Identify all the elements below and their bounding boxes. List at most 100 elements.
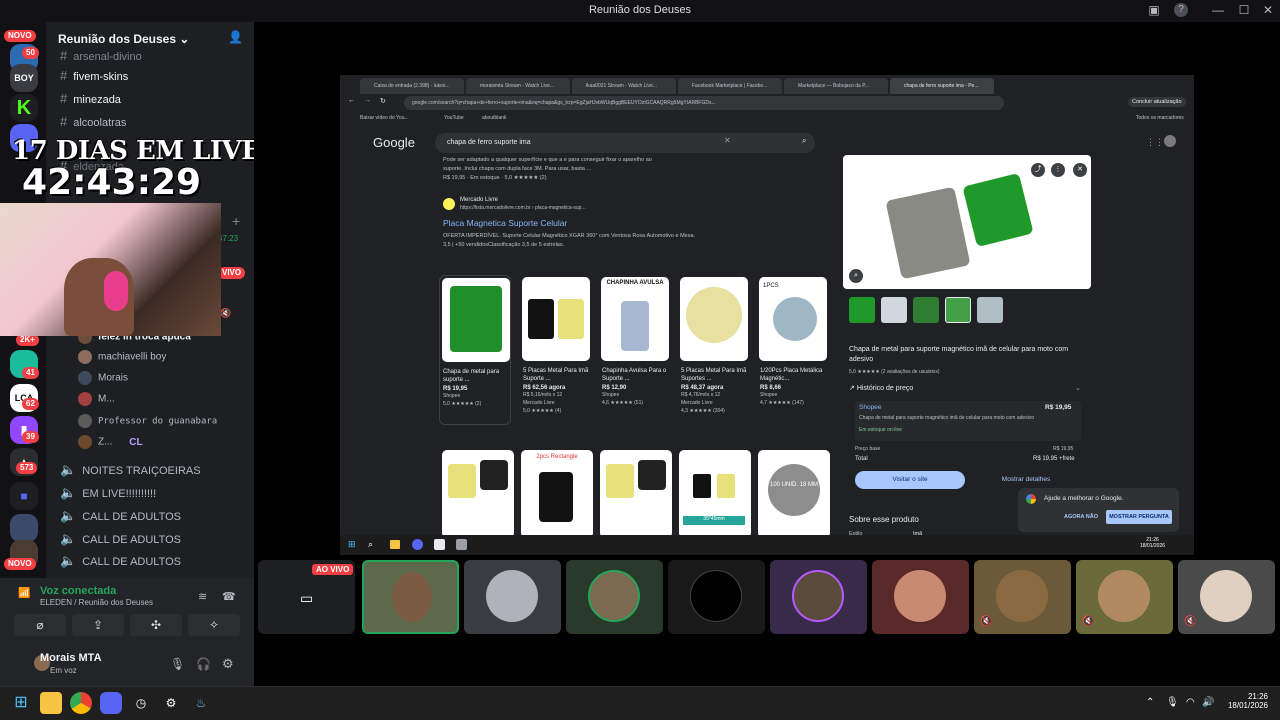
close-window-button[interactable]: ✕ (1258, 3, 1278, 19)
volume-icon[interactable]: 🔊 (1202, 697, 1214, 708)
channel-item[interactable]: # alcoolatras (60, 114, 126, 134)
all-bookmarks[interactable]: Todos os marcadores (1136, 115, 1184, 121)
file-explorer-icon[interactable] (40, 692, 62, 714)
windows-start-icon[interactable]: ⊞ (10, 692, 32, 714)
voice-channel[interactable]: 🔈 CALL DE ADULTOS (60, 508, 181, 528)
avatar[interactable] (1164, 135, 1176, 147)
channel-item[interactable]: # fivem-skins (60, 68, 128, 88)
folder-icon[interactable]: ■ (10, 482, 38, 510)
noise-suppression-icon[interactable]: ≋ (198, 590, 207, 603)
system-clock[interactable]: 21:26 18/01/2026 (1222, 692, 1268, 710)
voice-user[interactable]: Z... CL (78, 435, 143, 453)
result-title[interactable]: Placa Magnetica Suporte Celular (443, 218, 567, 228)
share-icon[interactable]: ⤴ (1031, 163, 1045, 177)
product-card[interactable] (442, 450, 514, 538)
store-offer-box[interactable]: Shopee R$ 19,95 Chapa de metal para supo… (855, 401, 1081, 441)
bookmark[interactable]: Baixar vídeo do You... (360, 115, 409, 121)
apps-grid-icon[interactable]: ⋮⋮ (1146, 137, 1164, 148)
mic-icon[interactable]: 🎙 (170, 657, 185, 671)
result-site[interactable]: Mercado Livre (460, 197, 498, 203)
maximize-button[interactable]: ☐ (1234, 3, 1254, 19)
thumbnail[interactable] (913, 297, 939, 323)
close-icon[interactable]: ✕ (1073, 163, 1087, 177)
product-card[interactable]: 100 UNID. 18 MM (758, 450, 830, 538)
visit-site-button[interactable]: Visitar o site (855, 471, 965, 489)
thumbnail[interactable] (849, 297, 875, 323)
not-now-button[interactable]: AGORA NÃO (1064, 514, 1098, 520)
more-icon[interactable]: ⋮ (1051, 163, 1065, 177)
browser-tab[interactable]: Facebook Marketplace | Facebo... (678, 78, 782, 94)
stream-tile[interactable]: AO VIVO ▭ (258, 560, 355, 634)
forward-icon[interactable]: → (364, 97, 371, 104)
screen-share-button[interactable]: ⇪ (72, 614, 124, 636)
app-icon[interactable] (456, 539, 467, 550)
search-input[interactable]: chapa de ferro suporte ima (435, 133, 815, 153)
discord-icon[interactable] (100, 692, 122, 714)
product-card[interactable]: CHAPINHA AVULSA Chapinha Avulsa Para o S… (599, 275, 671, 425)
reload-icon[interactable]: ↻ (380, 97, 386, 105)
chrome-icon[interactable] (70, 692, 92, 714)
participant-tile[interactable] (770, 560, 867, 634)
file-explorer-icon[interactable] (390, 540, 400, 549)
participant-tile[interactable] (668, 560, 765, 634)
disconnect-icon[interactable]: ☎ (222, 590, 236, 603)
voice-channel[interactable]: 🔈 NOITES TRAIÇOEIRAS (60, 462, 201, 482)
chevron-down-icon[interactable]: ⌄ (1075, 384, 1081, 392)
participant-tile[interactable]: 🔇 (1076, 560, 1173, 634)
zoom-icon[interactable]: ⌕ (849, 269, 863, 283)
participant-tile[interactable]: 🔇 (1178, 560, 1275, 634)
participant-tile[interactable] (872, 560, 969, 634)
show-details-button[interactable]: Mostrar detalhes (971, 471, 1081, 489)
settings-icon[interactable]: ⚙ (160, 692, 182, 714)
product-card[interactable] (600, 450, 672, 538)
gear-icon[interactable]: ⚙ (222, 656, 234, 672)
voice-user[interactable]: machiavelli boy (78, 350, 166, 368)
thumbnail[interactable] (977, 297, 1003, 323)
mic-icon[interactable]: 🎙 (1166, 697, 1179, 708)
product-card[interactable]: 2pcs Rectangle (521, 450, 593, 538)
product-card[interactable]: 1PCS 1/20Pcs Placa Metálica Magnétic... … (757, 275, 829, 425)
product-card[interactable]: 5 Placas Metal Para Imã Suportes ... R$ … (678, 275, 750, 425)
price-history-toggle[interactable]: ↗ Histórico de preço (849, 384, 913, 392)
server-icon[interactable] (10, 514, 38, 542)
participant-tile[interactable] (362, 560, 459, 634)
minimize-button[interactable]: — (1208, 3, 1228, 19)
browser-tab[interactable]: Caixa de entrada (2.398) - lukes... (360, 78, 464, 94)
participant-tile[interactable] (464, 560, 561, 634)
steam-icon[interactable]: ♨ (190, 692, 212, 714)
search-icon[interactable]: ⌕ (368, 539, 373, 550)
voice-channel[interactable]: 🔈 CALL DE ADULTOS (60, 553, 181, 573)
participant-tile[interactable]: 🔇 (974, 560, 1071, 634)
google-logo[interactable]: Google (373, 135, 415, 150)
bookmark[interactable]: aboutblank (482, 115, 506, 121)
add-channel-icon[interactable]: + (232, 213, 240, 229)
app-icon[interactable] (434, 539, 445, 550)
bookmark[interactable]: YouTube (444, 115, 464, 121)
address-bar[interactable]: google.com/search?q=chapa+de+ferro+supor… (404, 96, 1004, 110)
headphones-icon[interactable]: 🎧 (196, 657, 211, 671)
help-icon[interactable]: ? (1174, 3, 1188, 17)
thumbnail-selected[interactable] (945, 297, 971, 323)
voice-user[interactable]: Professor do guanabara (78, 414, 217, 432)
clock-app-icon[interactable]: ◷ (130, 692, 152, 714)
participant-tile[interactable] (566, 560, 663, 634)
wifi-icon[interactable]: ◠ (1186, 697, 1195, 708)
show-question-button[interactable]: MOSTRAR PERGUNTA (1106, 510, 1172, 524)
soundboard-button[interactable]: ✧ (188, 614, 240, 636)
kick-server-icon[interactable]: K (10, 94, 38, 122)
voice-channel[interactable]: 🔈 CALL DE ADULTOS (60, 531, 181, 551)
discord-icon[interactable] (412, 539, 423, 550)
voice-status[interactable]: Voz conectada (40, 585, 116, 597)
voice-user[interactable]: Morais (78, 371, 128, 389)
browser-tab-active[interactable]: chapa de ferro suporte ima - Pe... (890, 78, 994, 94)
add-member-icon[interactable]: 👤 (228, 30, 243, 44)
camera-toggle-button[interactable]: ⌀ (14, 614, 66, 636)
chevron-up-icon[interactable]: ⌃ (1146, 697, 1154, 708)
channel-item[interactable]: # arsenal-divino (60, 48, 142, 68)
clear-icon[interactable]: ✕ (724, 136, 731, 145)
voice-user[interactable]: M... (78, 392, 115, 410)
product-card[interactable]: 35*45mm (679, 450, 751, 538)
product-card[interactable]: Chapa de metal para suporte ... R$ 19,95… (439, 275, 511, 425)
server-icon[interactable]: BOY (10, 64, 38, 92)
server-name[interactable]: Reunião dos Deuses ⌄ (58, 32, 189, 46)
